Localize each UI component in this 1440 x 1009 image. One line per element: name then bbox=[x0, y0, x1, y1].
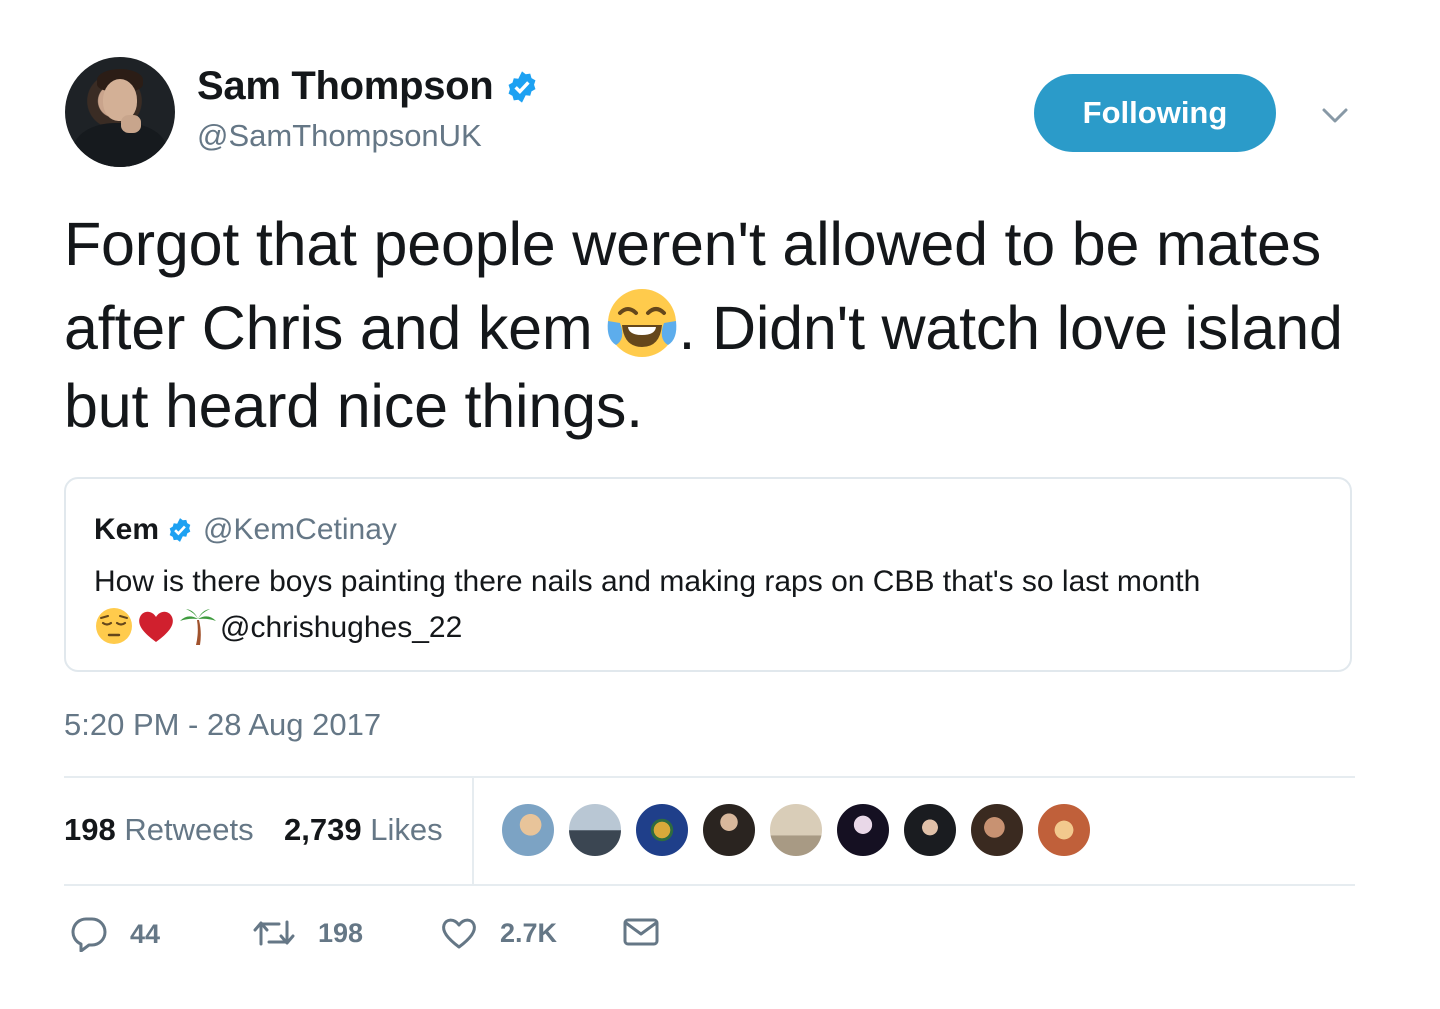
reply-action[interactable]: 44 bbox=[70, 916, 160, 952]
mention-link[interactable]: @chrishughes_22 bbox=[220, 611, 462, 644]
tweet-timestamp[interactable]: 5:20 PM - 28 Aug 2017 bbox=[64, 707, 381, 743]
retweet-icon bbox=[253, 920, 295, 946]
author-avatar[interactable] bbox=[65, 57, 175, 167]
author-handle[interactable]: @SamThompsonUK bbox=[197, 118, 482, 154]
reply-icon bbox=[71, 917, 107, 952]
retweet-action[interactable]: 198 bbox=[252, 916, 363, 950]
retweet-count: 198 bbox=[318, 917, 364, 948]
envelope-icon bbox=[623, 918, 659, 946]
liker-avatar[interactable] bbox=[902, 802, 958, 858]
liker-avatar[interactable] bbox=[768, 802, 824, 858]
quoted-tweet-header: Kem @KemCetinay bbox=[94, 513, 397, 547]
stats-bottom-divider bbox=[64, 884, 1355, 886]
likes-count: 2,739 bbox=[284, 812, 362, 847]
quoted-tweet-body: How is there boys painting there nails a… bbox=[94, 565, 1201, 598]
reply-count: 44 bbox=[130, 918, 161, 949]
direct-message-action[interactable] bbox=[622, 916, 682, 948]
liker-avatar[interactable] bbox=[500, 802, 556, 858]
liker-avatars bbox=[500, 802, 1103, 858]
liker-avatar[interactable] bbox=[634, 802, 690, 858]
stats-vertical-divider bbox=[472, 778, 474, 884]
retweets-count: 198 bbox=[64, 812, 116, 847]
author-name[interactable]: Sam Thompson bbox=[197, 64, 539, 109]
red-heart-emoji bbox=[139, 611, 173, 642]
quoted-author-handle[interactable]: @KemCetinay bbox=[203, 513, 397, 547]
liker-avatar[interactable] bbox=[835, 802, 891, 858]
face-with-tears-of-joy-emoji bbox=[608, 289, 677, 357]
chevron-down-icon[interactable] bbox=[1318, 100, 1352, 130]
pensive-face-emoji bbox=[96, 608, 132, 644]
likes-stat[interactable]: 2,739 Likes bbox=[284, 812, 443, 848]
author-name-text[interactable]: Sam Thompson bbox=[197, 64, 494, 109]
likes-label: Likes bbox=[370, 812, 443, 847]
liker-avatar[interactable] bbox=[701, 802, 757, 858]
like-action[interactable]: 2.7K bbox=[440, 916, 557, 950]
quoted-tweet-text: How is there boys painting there nails a… bbox=[94, 559, 1334, 651]
verified-badge-icon bbox=[508, 70, 536, 103]
liker-avatar[interactable] bbox=[1036, 802, 1092, 858]
tweet-text: Forgot that people weren't allowed to be… bbox=[64, 205, 1364, 445]
retweets-stat[interactable]: 198 Retweets bbox=[64, 812, 254, 848]
retweets-label: Retweets bbox=[124, 812, 254, 847]
quoted-author-name[interactable]: Kem bbox=[94, 513, 159, 547]
liker-avatar[interactable] bbox=[969, 802, 1025, 858]
quoted-tweet-card[interactable]: Kem @KemCetinay How is there boys painti… bbox=[64, 477, 1352, 672]
verified-badge-icon bbox=[169, 518, 191, 542]
palm-tree-emoji bbox=[180, 609, 216, 645]
heart-icon bbox=[442, 918, 476, 949]
stats-top-divider bbox=[64, 776, 1355, 778]
following-button[interactable]: Following bbox=[1034, 74, 1276, 152]
like-count: 2.7K bbox=[500, 917, 558, 948]
liker-avatar[interactable] bbox=[567, 802, 623, 858]
